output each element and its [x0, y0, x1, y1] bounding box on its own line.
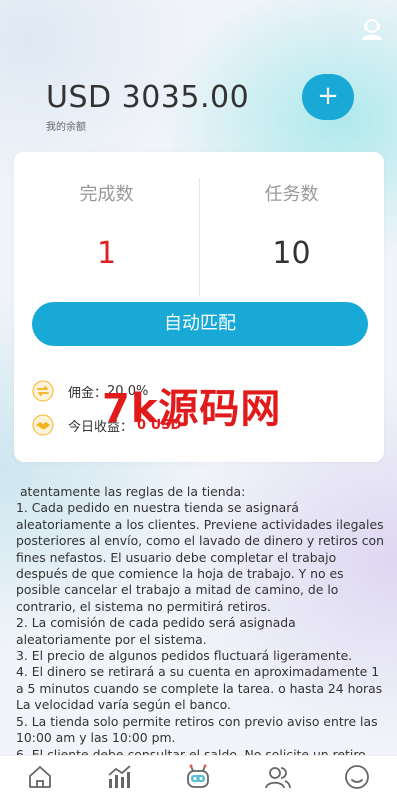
rules-line: 4. El dinero se retirará a su cuenta en …	[16, 664, 387, 713]
tab-profile[interactable]	[337, 757, 377, 797]
rules-line: 1. Cada pedido en nuestra tienda se asig…	[16, 500, 388, 614]
completed-stat: 完成数 1	[14, 152, 199, 271]
team-icon	[264, 766, 291, 788]
profile-icon	[345, 764, 370, 789]
tab-team[interactable]	[258, 757, 298, 797]
handshake-icon	[32, 414, 54, 436]
balance-label: 我的余额	[46, 122, 86, 133]
store-rules: atentamente las reglas de la tienda: 1. …	[16, 484, 386, 763]
add-button[interactable]: +	[302, 74, 354, 120]
home-icon	[28, 765, 51, 788]
robot-icon	[187, 764, 210, 788]
user-service-icon[interactable]	[359, 16, 385, 42]
completed-value: 1	[96, 236, 117, 271]
completed-label: 完成数	[79, 184, 134, 205]
auto-match-button[interactable]: 自动匹配	[32, 302, 368, 346]
bottom-tab-bar	[0, 755, 397, 797]
watermark-text: 7k源码网	[102, 386, 282, 432]
chart-icon	[108, 764, 131, 788]
tab-robot[interactable]	[178, 757, 218, 797]
rules-line: atentamente las reglas de la tienda:	[16, 484, 246, 499]
rules-line: 3. El precio de algunos pedidos fluctuar…	[16, 648, 353, 664]
tasks-label: 任务数	[264, 184, 319, 205]
tab-home[interactable]	[20, 757, 60, 797]
rules-line: 5. La tienda solo permite retiros con pr…	[16, 713, 382, 746]
rules-line: 2. La comisión de cada pedido será asign…	[16, 615, 300, 647]
exchange-icon	[32, 380, 54, 402]
tab-chart[interactable]	[99, 757, 139, 797]
balance-amount: USD 3035.00	[46, 80, 250, 115]
tasks-stat: 任务数 10	[199, 152, 384, 271]
tasks-value: 10	[272, 236, 311, 271]
